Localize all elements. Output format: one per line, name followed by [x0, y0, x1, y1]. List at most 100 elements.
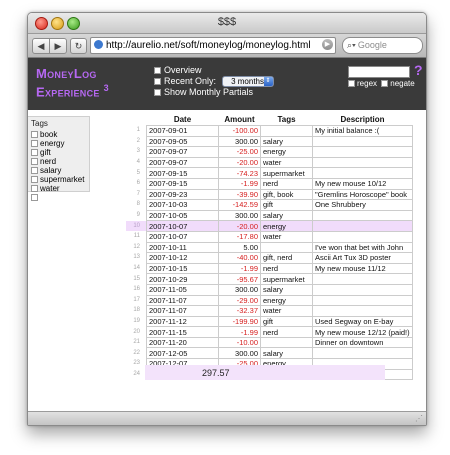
header-description[interactable]: Description — [313, 113, 413, 126]
tag-checkbox[interactable] — [31, 185, 38, 193]
site-globe-icon — [94, 40, 103, 49]
overview-checkbox[interactable] — [154, 67, 161, 75]
row-amount: 300.00 — [218, 347, 261, 360]
ledger-row[interactable]: 16 2007-11-05 300.00 salary — [126, 283, 413, 296]
row-amount: -17.80 — [218, 230, 261, 243]
ledger-row[interactable]: 9 2007-10-05 300.00 salary — [126, 209, 413, 222]
ledger-row[interactable]: 19 2007-11-12 -199.90 gift Used Segway on E-… — [126, 315, 413, 328]
row-description — [312, 347, 413, 360]
row-tags: water — [260, 305, 313, 317]
ledger-row[interactable]: 6 2007-09-15 -1.99 nerd My new mouse 10/12 — [126, 177, 413, 190]
filter-input[interactable] — [348, 66, 410, 78]
tag-checkbox[interactable] — [31, 176, 38, 184]
row-description — [312, 135, 413, 148]
row-number: 3 — [136, 148, 140, 155]
ledger-row[interactable]: 21 2007-11-20 -10.00 Dinner on downtown — [126, 336, 413, 349]
resize-grip-icon[interactable]: ⋰ — [415, 414, 423, 423]
search-placeholder: Google — [357, 40, 387, 50]
tag-checkbox[interactable] — [31, 194, 38, 202]
forward-button[interactable]: ▶ — [49, 38, 67, 54]
tag-checkbox[interactable] — [31, 149, 38, 157]
reload-button[interactable]: ↻ — [70, 38, 87, 54]
status-bar: ⋰ — [28, 411, 426, 425]
header-tags[interactable]: Tags — [261, 113, 313, 126]
main-content: Tags book energy gift nerd salary supermarket… — [28, 110, 426, 403]
row-date: 2007-12-05 — [146, 347, 219, 360]
tag-checkbox[interactable] — [31, 131, 38, 139]
browser-toolbar: ◀ ▶ ↻ http://aurelio.net/soft/moneylog/m… — [28, 34, 426, 58]
ledger-row[interactable]: 14 2007-10-15 -1.99 nerd My new mouse 11/12 — [126, 262, 413, 275]
logo-line-2: Experience — [36, 84, 100, 100]
row-tags: energy — [260, 146, 313, 158]
negate-checkbox[interactable] — [381, 80, 389, 88]
header-row-number — [126, 113, 147, 126]
negate-label: negate — [390, 79, 415, 88]
ledger-row[interactable]: 18 2007-11-07 -32.37 water — [126, 305, 413, 317]
filter-options: regex negate — [348, 79, 417, 88]
ledger-row[interactable]: 22 2007-12-05 300.00 salary — [126, 347, 413, 360]
row-number: 17 — [133, 296, 140, 303]
go-icon[interactable]: ▶ — [322, 39, 333, 50]
row-date: 2007-11-12 — [146, 315, 219, 328]
ledger-row[interactable]: 5 2007-09-15 -74.23 supermarket — [126, 167, 413, 179]
row-amount: -29.00 — [218, 294, 261, 307]
row-date: 2007-11-20 — [146, 336, 219, 349]
tag-filter-item[interactable]: nerd — [31, 157, 89, 166]
ledger-row[interactable]: 11 2007-10-07 -17.80 water — [126, 230, 413, 243]
back-arrow-icon: ◀ — [37, 41, 45, 51]
show-partials-checkbox[interactable] — [154, 89, 161, 97]
app-header: MoneyLog Experience 3 Overview Recent On… — [28, 58, 426, 110]
window-title: $$$ — [217, 16, 237, 28]
row-date: 2007-09-15 — [146, 167, 219, 179]
tags-panel: Tags book energy gift nerd salary supermarket… — [28, 116, 90, 202]
ledger-row[interactable]: 7 2007-09-23 -39.90 gift, book "Gremlins Hor… — [126, 188, 413, 201]
tag-label: salary — [40, 166, 62, 175]
tag-label: gift — [40, 148, 51, 157]
recent-range-select[interactable]: 3 months ⇕ — [221, 76, 274, 88]
header-date[interactable]: Date — [147, 113, 219, 126]
ledger-row[interactable]: 8 2007-10-03 -142.59 gift One Shrubbery — [126, 199, 413, 211]
back-button[interactable]: ◀ — [32, 38, 50, 54]
help-button[interactable]: ? — [414, 62, 423, 78]
tag-filter-item[interactable]: salary — [31, 166, 89, 175]
ledger-row[interactable]: 1 2007-09-01 -100.00 My initial balance :( — [126, 125, 413, 137]
tag-checkbox[interactable] — [31, 140, 38, 148]
ledger-row[interactable]: 17 2007-11-07 -29.00 energy — [126, 294, 413, 307]
ledger-row[interactable]: 15 2007-10-29 -95.67 supermarket — [126, 273, 413, 285]
ledger-row[interactable]: 12 2007-10-11 5.00 I've won that bet with J… — [126, 241, 413, 254]
search-icon: ⌕▾ — [347, 40, 356, 50]
recent-only-checkbox[interactable] — [154, 78, 161, 86]
row-tags: energy — [260, 294, 313, 307]
ledger-row[interactable]: 2 2007-09-05 300.00 salary — [126, 135, 413, 148]
row-tags: gift, nerd — [260, 252, 313, 264]
row-date: 2007-10-15 — [146, 262, 219, 275]
row-date: 2007-09-23 — [146, 188, 219, 201]
row-number: 4 — [136, 159, 140, 166]
tag-filter-item[interactable]: gift — [31, 148, 89, 157]
header-amount[interactable]: Amount — [219, 113, 261, 126]
ledger-row[interactable]: 4 2007-09-07 -20.00 water — [126, 156, 413, 169]
tag-checkbox[interactable] — [31, 167, 38, 175]
tag-checkbox[interactable] — [31, 158, 38, 166]
search-field[interactable]: ⌕▾ Google — [342, 37, 423, 54]
ledger-row[interactable]: 10 2007-10-07 -20.00 energy — [126, 220, 413, 232]
row-description — [312, 220, 413, 232]
row-number: 16 — [133, 286, 140, 293]
row-description — [312, 167, 413, 179]
ledger-row[interactable]: 20 2007-11-15 -1.99 nerd My new mouse 12/12 … — [126, 326, 413, 338]
row-amount: -95.67 — [218, 273, 261, 285]
total-amount: 297.57 — [202, 368, 230, 378]
row-tags: nerd — [260, 326, 313, 338]
tag-filter-item[interactable]: book — [31, 130, 89, 139]
row-number: 9 — [136, 212, 140, 219]
row-tags: salary — [260, 283, 313, 296]
regex-checkbox[interactable] — [348, 80, 355, 88]
tag-filter-item[interactable]: supermarket — [31, 175, 89, 184]
ledger-row[interactable]: 3 2007-09-07 -25.00 energy — [126, 146, 413, 158]
tag-filter-item[interactable]: energy — [31, 139, 89, 148]
ledger-row[interactable]: 13 2007-10-12 -40.00 gift, nerd Ascii Art Tu… — [126, 252, 413, 264]
address-bar[interactable]: http://aurelio.net/soft/moneylog/moneylo… — [90, 37, 336, 54]
tag-filter-item[interactable] — [31, 193, 89, 202]
row-date: 2007-09-01 — [146, 125, 219, 137]
tag-filter-item[interactable]: water — [31, 184, 89, 193]
